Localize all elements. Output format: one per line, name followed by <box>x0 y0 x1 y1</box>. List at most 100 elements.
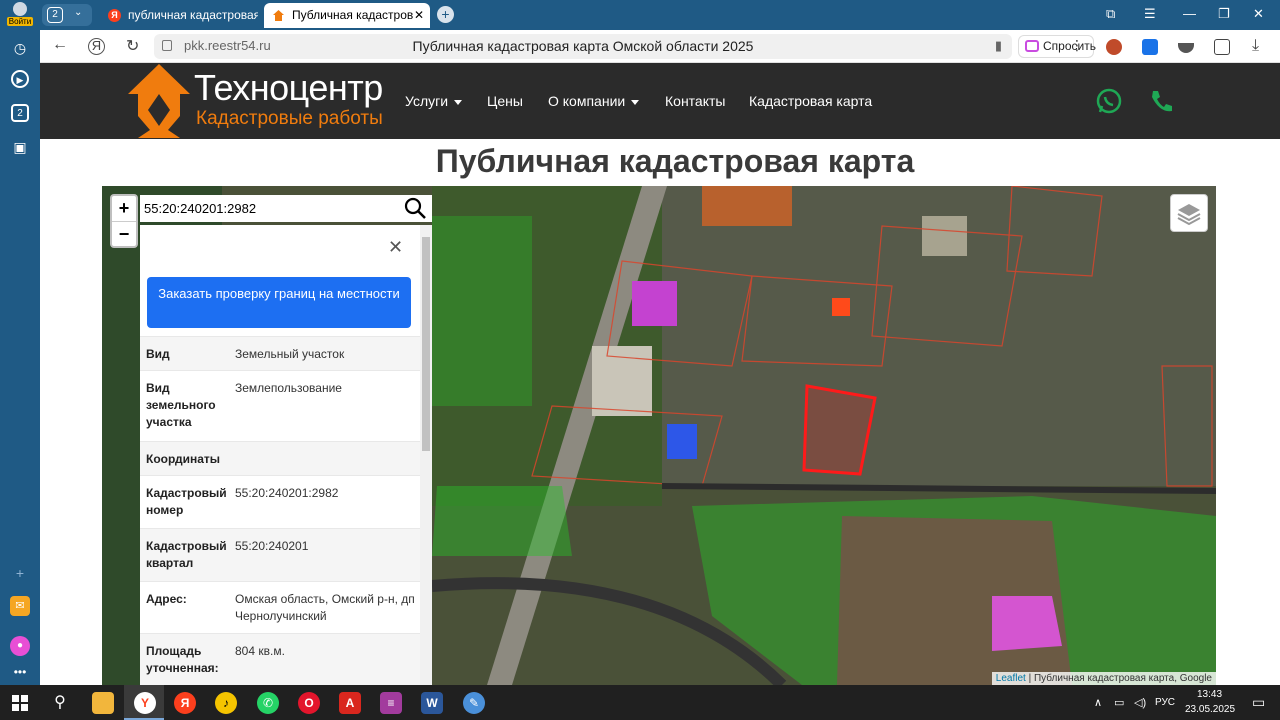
play-icon[interactable]: ▶ <box>11 70 29 88</box>
more-icon[interactable]: ••• <box>10 662 30 682</box>
browser-sidebar: Войти ◷ ▶ 2 ▣ + ✉ ● ••• <box>0 0 40 685</box>
nav-about-label: О компании <box>548 93 626 109</box>
more-options-icon[interactable]: ⋮ <box>1070 37 1084 54</box>
extension-avatar-icon[interactable] <box>1106 39 1122 55</box>
back-icon[interactable]: ← <box>52 36 68 54</box>
cadastral-map[interactable]: + − 55:20:240201:2982 ✕ Заказать проверк… <box>102 186 1216 685</box>
nav-services-label: Услуги <box>405 93 449 109</box>
tab-title: Публичная кадастров <box>292 8 414 22</box>
clock-time[interactable]: 13:43 <box>1197 689 1222 700</box>
login-label: Войти <box>6 17 34 26</box>
info-key: Кадастровый номер <box>146 486 227 517</box>
close-window-icon[interactable]: ✕ <box>1253 6 1264 22</box>
info-row: Кадастровый квартал 55:20:240201 <box>140 528 420 581</box>
tab-count: 2 <box>47 7 63 23</box>
volume-icon[interactable]: ◁) <box>1134 696 1146 709</box>
clock-date[interactable]: 23.05.2025 <box>1185 704 1235 715</box>
history-icon[interactable]: ◷ <box>10 38 30 58</box>
extension-arrow-icon[interactable] <box>1142 39 1158 55</box>
layers-icon <box>1177 204 1201 226</box>
search-value: 55:20:240201:2982 <box>144 201 257 216</box>
info-value: 55:20:240201 <box>235 539 309 553</box>
tab-bar: 2 ⌄ Я публичная кадастровая ка Публичная… <box>40 0 1280 30</box>
winrar-icon[interactable]: ≡ <box>380 692 402 714</box>
nav-cadastral-map[interactable]: Кадастровая карта <box>749 93 872 109</box>
nav-about[interactable]: О компании <box>548 93 640 109</box>
map-attribution: Leaflet | Публичная кадастровая карта, G… <box>991 672 1216 685</box>
info-value: Омская область, Омский р-н, дп Чернолучи… <box>235 592 415 623</box>
mail-icon[interactable]: ✉ <box>10 596 30 616</box>
tabs-badge-count: 2 <box>17 108 23 119</box>
info-row: Кадастровый номер 55:20:240201:2982 <box>140 475 420 528</box>
info-row: Вид земельного участка Землепользование <box>140 370 420 441</box>
battery-icon[interactable]: ▭ <box>1114 696 1124 709</box>
logo-title: Техноцентр <box>194 67 383 108</box>
info-key: Адрес: <box>146 592 187 606</box>
info-row: Координаты <box>140 441 420 475</box>
tab-search[interactable]: Я публичная кадастровая ка <box>100 3 258 28</box>
download-icon[interactable]: ⤓ <box>1252 37 1259 55</box>
url-field[interactable]: pkk.reestr54.ru Публичная кадастровая ка… <box>154 34 1012 59</box>
paint-icon[interactable]: ✎ <box>463 692 485 714</box>
reload-icon[interactable]: ↻ <box>126 36 139 56</box>
windows-start-icon[interactable] <box>12 695 28 711</box>
zoom-out-button[interactable]: − <box>112 221 136 246</box>
restore-icon[interactable]: ❐ <box>1218 6 1230 22</box>
logo-icon[interactable] <box>128 64 190 138</box>
panel-scrollbar-thumb[interactable] <box>422 237 430 451</box>
yandex-icon: Я <box>108 9 121 22</box>
tray-overflow-icon[interactable]: ∧ <box>1094 696 1102 709</box>
info-key: Вид <box>146 347 170 361</box>
order-boundary-check-button[interactable]: Заказать проверку границ на местности <box>147 277 411 328</box>
bookmark-icon[interactable]: ▮ <box>995 38 1002 54</box>
extension-puzzle-icon[interactable] <box>1214 39 1230 55</box>
acrobat-icon[interactable]: A <box>339 692 361 714</box>
yandex-icon[interactable]: Я <box>174 692 196 714</box>
whatsapp-icon[interactable]: ✆ <box>257 692 279 714</box>
cadastral-search-input[interactable]: 55:20:240201:2982 <box>140 195 432 222</box>
close-panel-icon[interactable]: ✕ <box>388 237 403 258</box>
yandex-music-icon[interactable]: ♪ <box>215 692 237 714</box>
taskbar: ⚲ Y Я ♪ ✆ O A ≡ W ✎ ∧ ▭ ◁) РУС 13:43 23.… <box>0 685 1280 720</box>
search-icon[interactable]: ⚲ <box>49 692 71 714</box>
page-title-in-bar: Публичная кадастровая карта Омской облас… <box>412 38 754 54</box>
avatar <box>13 2 27 16</box>
add-panel-icon[interactable]: + <box>10 563 30 583</box>
zoom-in-button[interactable]: + <box>112 196 136 221</box>
notifications-icon[interactable]: ▭ <box>1252 694 1265 711</box>
extension-hat-icon[interactable] <box>1178 43 1194 53</box>
address-bar: ← Я ↻ pkk.reestr54.ru Публичная кадастро… <box>40 30 1280 63</box>
tab-cadastral-map[interactable]: Публичная кадастров ✕ <box>264 3 430 28</box>
leaflet-link[interactable]: Leaflet <box>996 673 1026 684</box>
whatsapp-icon[interactable] <box>1095 87 1123 115</box>
new-tab-button[interactable]: + <box>437 6 454 23</box>
layers-button[interactable] <box>1170 194 1208 232</box>
info-row: Площадь уточненная: 804 кв.м. <box>140 633 420 685</box>
page-body: Публичная кадастровая карта + − 55:20:24… <box>40 139 1280 685</box>
tab-counter[interactable]: 2 ⌄ <box>42 4 92 26</box>
minimize-icon[interactable]: — <box>1183 6 1196 21</box>
screenshot-icon[interactable]: ▣ <box>10 137 30 157</box>
panel-scrollbar[interactable] <box>420 225 432 685</box>
yandex-browser-icon[interactable]: Y <box>134 692 156 714</box>
nav-contacts[interactable]: Контакты <box>665 93 725 109</box>
language-indicator[interactable]: РУС <box>1155 697 1175 708</box>
nav-prices[interactable]: Цены <box>487 93 523 109</box>
site-header: Техноцентр Кадастровые работы Услуги Цен… <box>40 63 1280 139</box>
profile-button[interactable]: Войти <box>4 2 36 28</box>
phone-icon[interactable] <box>1148 87 1176 115</box>
assistant-icon[interactable]: ● <box>10 636 30 656</box>
menu-icon[interactable]: ☰ <box>1144 6 1156 22</box>
tabs-badge-icon[interactable]: 2 <box>11 104 29 122</box>
info-row: Вид Земельный участок <box>140 336 420 370</box>
opera-icon[interactable]: O <box>298 692 320 714</box>
parcel-info-panel: ✕ Заказать проверку границ на местности … <box>140 225 432 685</box>
search-icon[interactable] <box>404 197 426 219</box>
info-value: 804 кв.м. <box>235 644 285 658</box>
file-explorer-icon[interactable] <box>92 692 114 714</box>
yandex-home-icon[interactable]: Я <box>88 38 105 55</box>
copy-icon[interactable]: ⧉ <box>1106 6 1115 22</box>
word-icon[interactable]: W <box>421 692 443 714</box>
close-tab-icon[interactable]: ✕ <box>414 3 424 28</box>
nav-services[interactable]: Услуги <box>405 93 463 109</box>
